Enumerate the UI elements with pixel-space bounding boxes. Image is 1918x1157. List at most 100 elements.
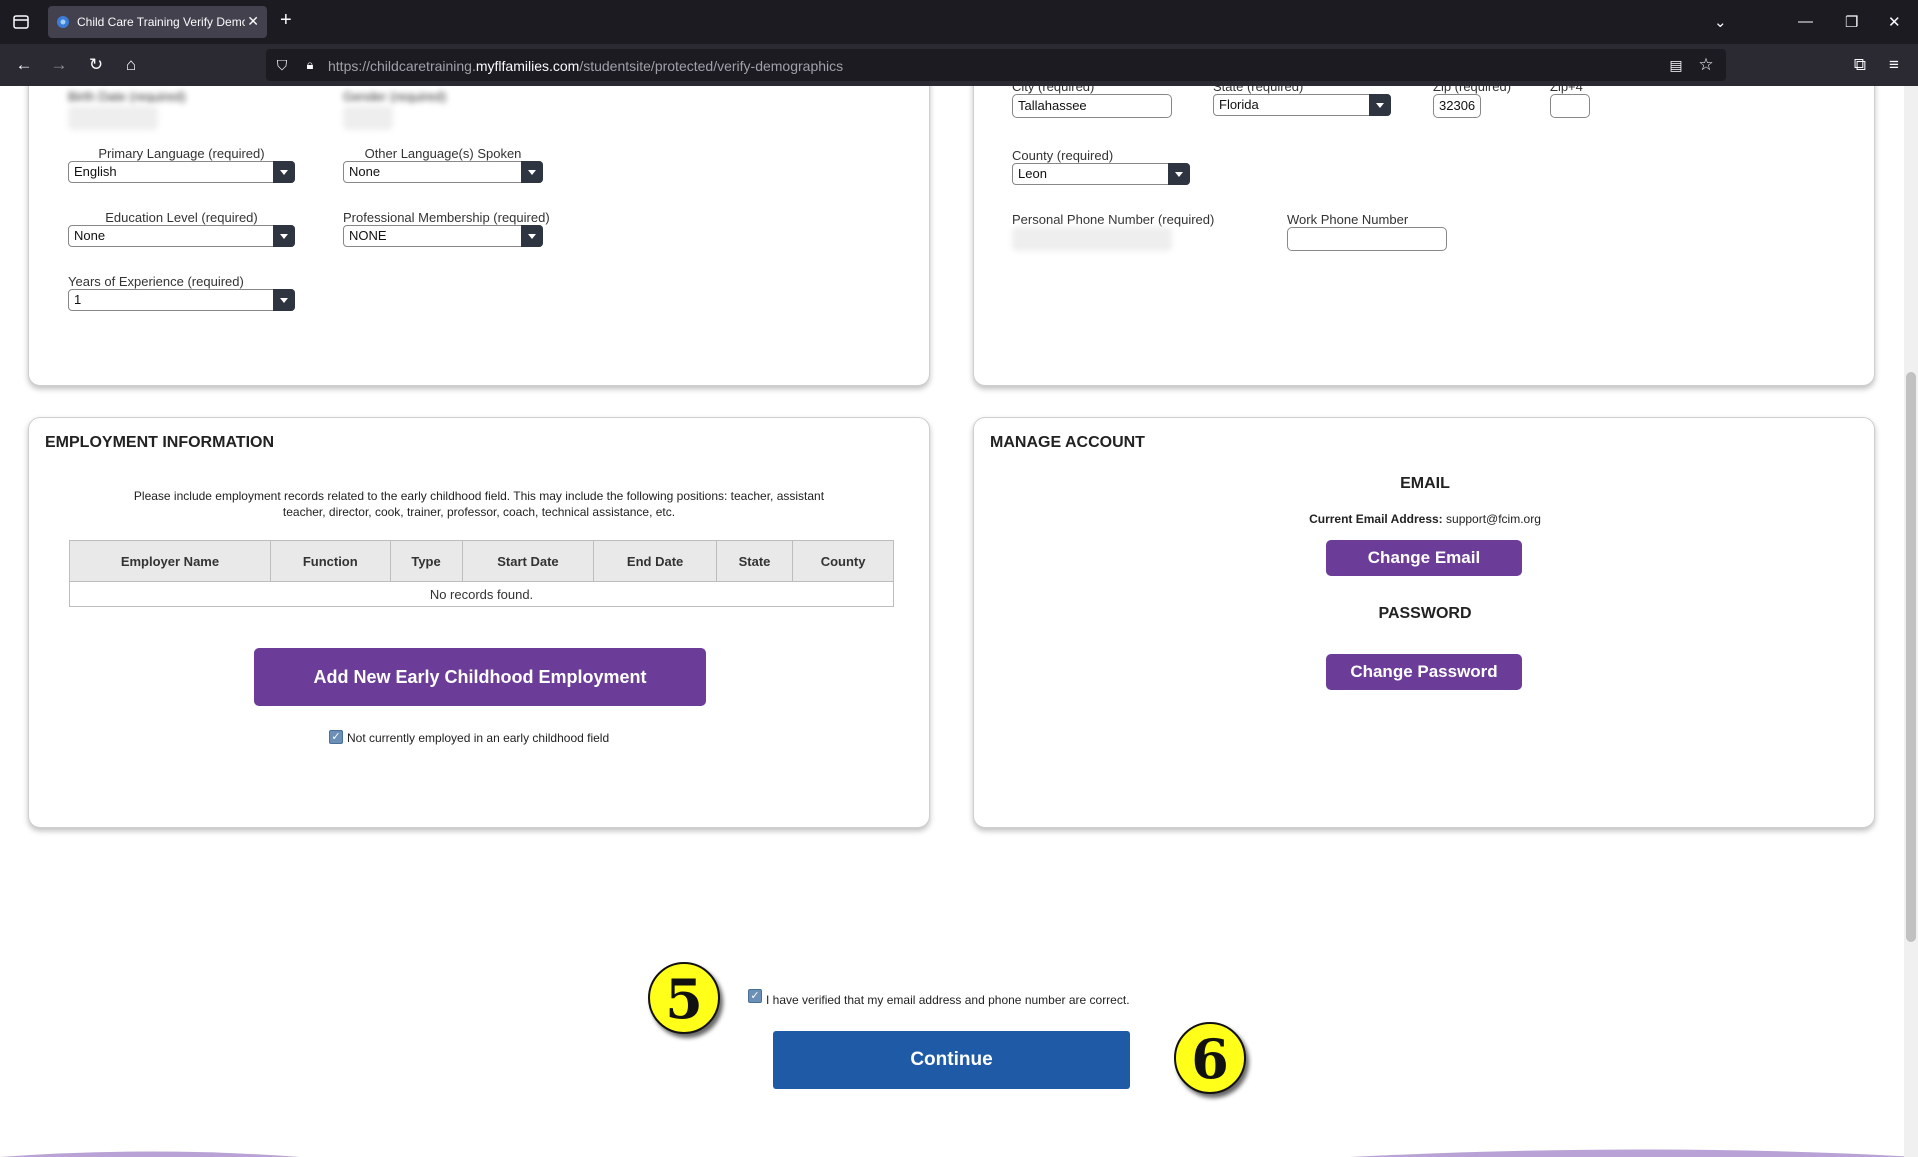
professional-membership-select[interactable]: NONE <box>343 225 543 247</box>
work-phone-input[interactable] <box>1287 227 1447 251</box>
zip-field: Zip (required) 32306 <box>1433 86 1511 118</box>
tab-list-icon[interactable] <box>12 13 30 31</box>
address-bar[interactable]: ⛉ 🔒︎ https://childcaretraining.myflfamil… <box>266 49 1726 81</box>
chevron-down-icon <box>521 225 543 247</box>
gender-label: Gender (required) <box>343 89 447 104</box>
reader-view-icon[interactable]: ▤ <box>1666 55 1686 75</box>
scrollbar-thumb[interactable] <box>1906 372 1916 942</box>
extensions-icon[interactable]: ⧉ <box>1850 55 1870 75</box>
gender-input[interactable] <box>343 106 393 130</box>
other-language-select[interactable]: None <box>343 161 543 183</box>
manage-account-card: MANAGE ACCOUNT EMAIL Current Email Addre… <box>973 417 1875 828</box>
url-text: https://childcaretraining.myflfamilies.c… <box>328 58 844 74</box>
lock-icon[interactable]: 🔒︎ <box>300 55 320 75</box>
close-tab-icon[interactable]: ✕ <box>247 13 259 30</box>
education-level-field: Education Level (required) None <box>68 210 295 247</box>
zip4-label: Zip+4 <box>1550 86 1583 94</box>
chevron-down-icon <box>521 161 543 183</box>
browser-tab-bar: Child Care Training Verify Demographics … <box>0 0 1918 44</box>
menu-hamburger-icon[interactable]: ≡ <box>1884 55 1904 75</box>
chevron-down-icon <box>273 225 295 247</box>
tab-overflow-chevron-icon[interactable]: ⌄ <box>1714 13 1727 31</box>
other-language-field: Other Language(s) Spoken None <box>343 146 543 183</box>
professional-membership-label: Professional Membership (required) <box>343 210 550 225</box>
add-employment-button[interactable]: Add New Early Childhood Employment <box>254 648 706 706</box>
years-experience-select[interactable]: 1 <box>68 289 295 311</box>
email-heading: EMAIL <box>1400 475 1450 492</box>
employment-description: Please include employment records relate… <box>133 489 825 519</box>
forward-arrow-icon[interactable]: → <box>49 55 69 75</box>
zip-label: Zip (required) <box>1433 86 1512 94</box>
page-content: Birth Date (required) Gender (required) … <box>0 86 1918 1157</box>
column-header[interactable]: Function <box>269 540 391 582</box>
zip4-input[interactable] <box>1550 94 1590 118</box>
step-6-badge: 6 <box>1174 1022 1246 1094</box>
county-field: County (required) Leon <box>1012 148 1190 185</box>
birth-date-label: Birth Date (required) <box>68 89 186 104</box>
table-row: No records found. <box>69 581 894 607</box>
chevron-down-icon <box>273 161 295 183</box>
professional-membership-field: Professional Membership (required) NONE <box>343 210 550 247</box>
primary-language-field: Primary Language (required) English <box>68 146 295 183</box>
empty-table-message: No records found. <box>69 581 894 607</box>
current-email-line: Current Email Address: support@fcim.org <box>974 512 1876 526</box>
column-header[interactable]: Employer Name <box>69 540 271 582</box>
birth-date-field: Birth Date (required) <box>68 89 186 130</box>
tab-title: Child Care Training Verify Demographics <box>77 15 245 29</box>
gender-field: Gender (required) <box>343 89 446 130</box>
table-header-row: Employer Name Function Type Start Date E… <box>69 540 894 582</box>
county-label: County (required) <box>1012 148 1114 163</box>
restore-window-icon[interactable]: ❐ <box>1845 13 1858 31</box>
work-phone-label: Work Phone Number <box>1287 212 1409 227</box>
column-header[interactable]: Type <box>389 540 463 582</box>
verify-label: I have verified that my email address an… <box>766 993 1130 1007</box>
close-window-icon[interactable]: ✕ <box>1888 13 1901 31</box>
education-level-select[interactable]: None <box>68 225 295 247</box>
site-favicon-icon <box>57 16 69 28</box>
primary-language-select[interactable]: English <box>68 161 295 183</box>
employment-card: EMPLOYMENT INFORMATION Please include em… <box>28 417 930 828</box>
chevron-down-icon <box>1369 94 1391 116</box>
employment-table: Employer Name Function Type Start Date E… <box>69 540 894 607</box>
continue-button[interactable]: Continue <box>773 1031 1130 1089</box>
manage-account-title: MANAGE ACCOUNT <box>990 434 1145 451</box>
current-email-value: support@fcim.org <box>1446 512 1541 526</box>
not-employed-checkbox[interactable]: ✓ <box>329 730 343 744</box>
birth-date-input[interactable] <box>68 106 158 130</box>
other-language-label: Other Language(s) Spoken <box>364 146 522 161</box>
personal-phone-label: Personal Phone Number (required) <box>1012 212 1215 227</box>
personal-phone-input[interactable] <box>1012 227 1172 251</box>
address-card: City (required) Tallahassee State (requi… <box>973 86 1875 386</box>
city-field: City (required) Tallahassee <box>1012 86 1172 118</box>
column-header[interactable]: State <box>715 540 794 582</box>
state-label: State (required) <box>1213 86 1304 94</box>
column-header[interactable]: Start Date <box>461 540 595 582</box>
footer-wave-decoration <box>0 1149 1918 1157</box>
change-password-button[interactable]: Change Password <box>1326 654 1522 690</box>
education-level-label: Education Level (required) <box>105 210 258 225</box>
change-email-button[interactable]: Change Email <box>1326 540 1522 576</box>
county-select[interactable]: Leon <box>1012 163 1190 185</box>
bookmark-star-icon[interactable]: ☆ <box>1696 55 1716 75</box>
personal-info-card: Birth Date (required) Gender (required) … <box>28 86 930 386</box>
home-icon[interactable]: ⌂ <box>121 55 141 75</box>
zip-input[interactable]: 32306 <box>1433 94 1481 118</box>
years-experience-label: Years of Experience (required) <box>68 274 244 289</box>
verify-checkbox[interactable]: ✓ <box>748 989 762 1003</box>
page-scrollbar[interactable] <box>1904 86 1918 1157</box>
years-experience-field: Years of Experience (required) 1 <box>68 274 295 311</box>
city-input[interactable]: Tallahassee <box>1012 94 1172 118</box>
browser-nav-bar: ← → ↻ ⌂ ⛉ 🔒︎ https://childcaretraining.m… <box>0 44 1918 86</box>
reload-icon[interactable]: ↻ <box>86 55 106 75</box>
minimize-window-icon[interactable]: — <box>1798 13 1813 30</box>
personal-phone-field: Personal Phone Number (required) <box>1012 212 1214 251</box>
column-header[interactable]: End Date <box>593 540 717 582</box>
shield-icon[interactable]: ⛉ <box>272 55 292 75</box>
column-header[interactable]: County <box>792 540 894 582</box>
back-arrow-icon[interactable]: ← <box>14 55 34 75</box>
state-select[interactable]: Florida <box>1213 94 1391 116</box>
chevron-down-icon <box>273 289 295 311</box>
new-tab-icon[interactable]: + <box>280 10 292 30</box>
primary-language-label: Primary Language (required) <box>98 146 265 161</box>
browser-tab-active[interactable]: Child Care Training Verify Demographics … <box>48 6 267 38</box>
